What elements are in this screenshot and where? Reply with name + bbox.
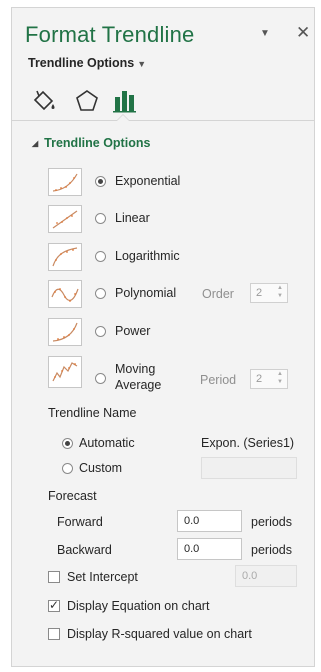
- period-stepper[interactable]: 2 ▲ ▼: [250, 369, 288, 389]
- polynomial-radio[interactable]: [95, 288, 106, 299]
- moving-average-label[interactable]: Moving: [115, 362, 155, 376]
- stepper-arrows-icon[interactable]: ▲ ▼: [277, 370, 283, 386]
- linear-radio[interactable]: [95, 213, 106, 224]
- custom-name-label[interactable]: Custom: [79, 461, 122, 475]
- polynomial-label[interactable]: Polynomial: [115, 286, 176, 300]
- collapse-icon: ◢: [32, 139, 39, 148]
- logarithmic-label[interactable]: Logarithmic: [115, 249, 180, 263]
- backward-input[interactable]: 0.0: [177, 538, 242, 560]
- trendline-options-group-header[interactable]: ◢ Trendline Options: [32, 136, 150, 150]
- intercept-input[interactable]: 0.0: [235, 565, 297, 587]
- chevron-down-icon: ▼: [137, 59, 147, 69]
- tab-fill-line[interactable]: [29, 86, 61, 116]
- trendline-name-heading: Trendline Name: [48, 406, 137, 420]
- tab-divider: [12, 120, 314, 121]
- moving-average-label-line2[interactable]: Average: [115, 378, 161, 392]
- polynomial-thumbnail: [48, 280, 82, 308]
- backward-label: Backward: [57, 543, 112, 557]
- order-value: 2: [256, 287, 263, 299]
- tab-trendline-options[interactable]: [110, 86, 142, 116]
- power-thumbnail: [48, 318, 82, 346]
- automatic-name-label[interactable]: Automatic: [79, 436, 135, 450]
- display-equation-checkbox[interactable]: [48, 598, 60, 612]
- logarithmic-thumbnail: [48, 243, 82, 271]
- display-r-squared-checkbox[interactable]: [48, 628, 60, 640]
- forward-label: Forward: [57, 515, 103, 529]
- period-label: Period: [200, 373, 237, 387]
- set-intercept-label[interactable]: Set Intercept: [67, 570, 138, 584]
- backward-unit: periods: [251, 543, 292, 557]
- pane-options-dropdown[interactable]: ▼: [260, 28, 270, 39]
- tab-effects[interactable]: [72, 86, 104, 116]
- active-tab-marker: [116, 114, 130, 121]
- close-icon[interactable]: ✕: [296, 23, 310, 43]
- display-equation-label[interactable]: Display Equation on chart: [67, 599, 209, 613]
- forward-input[interactable]: 0.0: [177, 510, 242, 532]
- order-label: Order: [202, 287, 234, 301]
- exponential-thumbnail: [48, 168, 82, 196]
- trendline-options-dropdown[interactable]: Trendline Options ▼: [28, 56, 146, 70]
- forward-unit: periods: [251, 515, 292, 529]
- moving-average-thumbnail: [48, 356, 82, 388]
- linear-thumbnail: [48, 205, 82, 233]
- order-stepper[interactable]: 2 ▲ ▼: [250, 283, 288, 303]
- set-intercept-checkbox[interactable]: [48, 571, 60, 583]
- section-dropdown-label: Trendline Options: [28, 56, 135, 70]
- format-trendline-pane: Format Trendline ▼ ✕ Trendline Options ▼ …: [11, 7, 315, 667]
- automatic-name-value: Expon. (Series1): [201, 436, 295, 450]
- linear-label[interactable]: Linear: [115, 211, 150, 225]
- custom-name-input[interactable]: [201, 457, 297, 479]
- power-radio[interactable]: [95, 326, 106, 337]
- power-label[interactable]: Power: [115, 324, 150, 338]
- display-r-squared-label[interactable]: Display R-squared value on chart: [67, 627, 252, 641]
- stepper-arrows-icon[interactable]: ▲ ▼: [277, 284, 283, 300]
- pentagon-icon: [76, 90, 98, 111]
- exponential-label[interactable]: Exponential: [115, 174, 180, 188]
- bar-chart-icon: [113, 91, 136, 113]
- forecast-heading: Forecast: [48, 489, 97, 503]
- moving-average-radio[interactable]: [95, 373, 106, 384]
- exponential-radio[interactable]: [95, 176, 106, 187]
- group-title: Trendline Options: [44, 136, 151, 150]
- pane-title: Format Trendline: [25, 22, 195, 47]
- paint-bucket-icon: [33, 90, 55, 111]
- custom-name-radio[interactable]: [62, 463, 73, 474]
- automatic-name-radio[interactable]: [62, 438, 73, 449]
- logarithmic-radio[interactable]: [95, 251, 106, 262]
- period-value: 2: [256, 373, 263, 385]
